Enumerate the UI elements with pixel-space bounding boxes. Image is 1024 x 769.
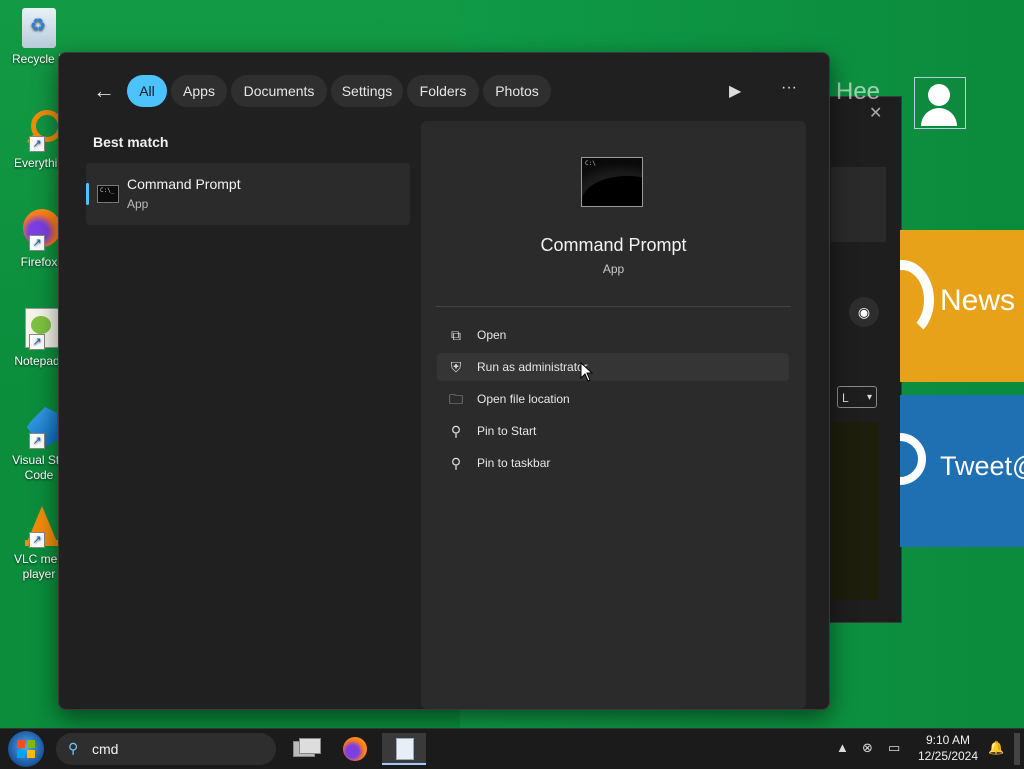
app-window-icon — [396, 738, 414, 760]
user-tile[interactable] — [914, 77, 966, 129]
filter-all[interactable]: All — [127, 75, 167, 107]
detail-pane: C:\ Command Prompt App ⧉ Open ⛨ Run as a… — [421, 121, 806, 709]
shortcut-arrow-icon: ↗ — [29, 136, 45, 152]
chevron-down-icon: ▾ — [866, 392, 872, 403]
detail-title: Command Prompt — [540, 235, 687, 255]
action-pin-to-start[interactable]: ⚲ Pin to Start — [437, 417, 789, 445]
taskbar-active-app[interactable] — [382, 733, 426, 765]
action-label: Pin to taskbar — [477, 456, 551, 470]
user-body — [921, 108, 957, 126]
pin-icon: ⚲ — [450, 455, 462, 471]
selection-accent — [86, 183, 89, 205]
search-panel: ← All Apps Documents Settings Folders Ph… — [58, 52, 830, 710]
windows-logo-icon-part — [27, 750, 35, 758]
task-view-icon-front — [299, 738, 321, 754]
pin-icon: ⚲ — [450, 423, 462, 439]
everything-search-icon: ↗ — [17, 108, 63, 152]
window-content-area — [831, 422, 879, 600]
action-label: Open — [477, 328, 507, 342]
action-open[interactable]: ⧉ Open — [437, 321, 789, 349]
desktop-icon-label: Everythin — [13, 156, 65, 170]
tile-tweet[interactable]: Tweet@ — [900, 395, 1024, 547]
action-label: Open file location — [477, 392, 570, 406]
start-button[interactable] — [8, 731, 44, 767]
close-icon[interactable]: ✕ — [869, 103, 882, 123]
command-prompt-icon: C:\_ — [97, 185, 119, 203]
windows-logo-icon-part — [27, 740, 35, 748]
window-panel — [831, 167, 886, 242]
filter-photos[interactable]: Photos — [483, 75, 551, 107]
taskbar-task-view[interactable] — [283, 733, 327, 765]
action-label: Pin to Start — [477, 424, 537, 438]
recycle-bin-icon: ♻ — [22, 8, 56, 48]
show-hidden-icons-chevron-icon[interactable]: ▲ — [836, 740, 849, 755]
user-icon — [928, 84, 950, 106]
shortcut-arrow-icon: ↗ — [29, 433, 45, 449]
show-desktop-button[interactable] — [1014, 733, 1020, 765]
vscode-icon: ↗ — [17, 405, 61, 449]
action-label: Run as administrator — [477, 360, 588, 374]
desktop-heading-fragment: Hee — [836, 78, 881, 105]
taskbar-firefox[interactable] — [333, 733, 377, 765]
filter-documents[interactable]: Documents — [231, 75, 327, 107]
windows-logo-icon-part — [17, 750, 25, 758]
result-name: Command Prompt — [127, 176, 241, 192]
taskbar-clock[interactable]: 9:10 AM 12/25/2024 — [910, 732, 986, 764]
divider — [436, 306, 791, 307]
tile-label: News — [940, 284, 1016, 317]
action-open-file-location[interactable]: 🗀 Open file location — [437, 385, 789, 413]
best-match-heading: Best match — [93, 134, 169, 150]
display-icon[interactable]: ▭ — [888, 740, 900, 756]
command-prompt-icon: C:\ — [581, 157, 643, 207]
desktop-icon-label: Firefox — [20, 255, 58, 269]
filter-apps[interactable]: Apps — [171, 75, 227, 107]
search-icon: ⚲ — [68, 740, 79, 756]
shield-admin-icon: ⛨ — [450, 359, 462, 375]
clock-time: 9:10 AM — [925, 733, 971, 747]
result-command-prompt[interactable]: C:\_ Command Prompt App — [86, 163, 410, 225]
filter-settings[interactable]: Settings — [331, 75, 403, 107]
search-value: cmd — [92, 741, 119, 757]
tweet-icon — [900, 433, 926, 485]
vlc-icon: ↗ — [17, 504, 61, 548]
open-external-icon: ⧉ — [451, 327, 461, 343]
shortcut-arrow-icon: ↗ — [29, 532, 45, 548]
news-icon — [900, 260, 934, 340]
detail-subtitle: App — [602, 262, 625, 276]
notifications-bell-icon[interactable]: 🔔 — [988, 740, 1004, 756]
tile-label: Tweet@ — [940, 451, 1024, 481]
desktop-icon-label: VLC med player — [13, 552, 65, 581]
filter-folders[interactable]: Folders — [407, 75, 479, 107]
tile-news[interactable]: News — [900, 230, 1024, 382]
shortcut-arrow-icon: ↗ — [29, 235, 45, 251]
taskbar-search-input[interactable]: ⚲ cmd — [56, 733, 276, 765]
result-type: App — [127, 197, 149, 211]
clock-date: 12/25/2024 — [917, 749, 979, 763]
action-run-as-administrator[interactable]: ⛨ Run as administrator — [437, 353, 789, 381]
windows-logo-icon — [17, 740, 25, 748]
desktop-icon-label: Notepad- — [14, 354, 64, 368]
folder-icon: 🗀 — [449, 391, 463, 407]
mouse-cursor-icon — [580, 362, 594, 382]
dropdown-value: L — [842, 391, 849, 405]
shortcut-arrow-icon: ↗ — [29, 334, 45, 350]
firefox-icon: ↗ — [17, 207, 61, 251]
play-icon[interactable]: ▶ — [729, 81, 741, 101]
back-arrow-icon[interactable]: ← — [93, 79, 121, 103]
taskbar: ⚲ cmd ▲ ⊗ ▭ 9:10 AM 12/25/2024 🔔 — [0, 728, 1024, 769]
action-pin-to-taskbar[interactable]: ⚲ Pin to taskbar — [437, 449, 789, 477]
firefox-icon — [343, 737, 367, 761]
dropdown[interactable]: L ▾ — [837, 386, 877, 408]
network-disconnected-icon[interactable]: ⊗ — [862, 740, 873, 756]
eye-icon[interactable]: ◉ — [849, 297, 879, 327]
more-options-icon[interactable]: ··· — [781, 79, 797, 97]
notepad-plus-plus-icon: ↗ — [17, 306, 61, 350]
